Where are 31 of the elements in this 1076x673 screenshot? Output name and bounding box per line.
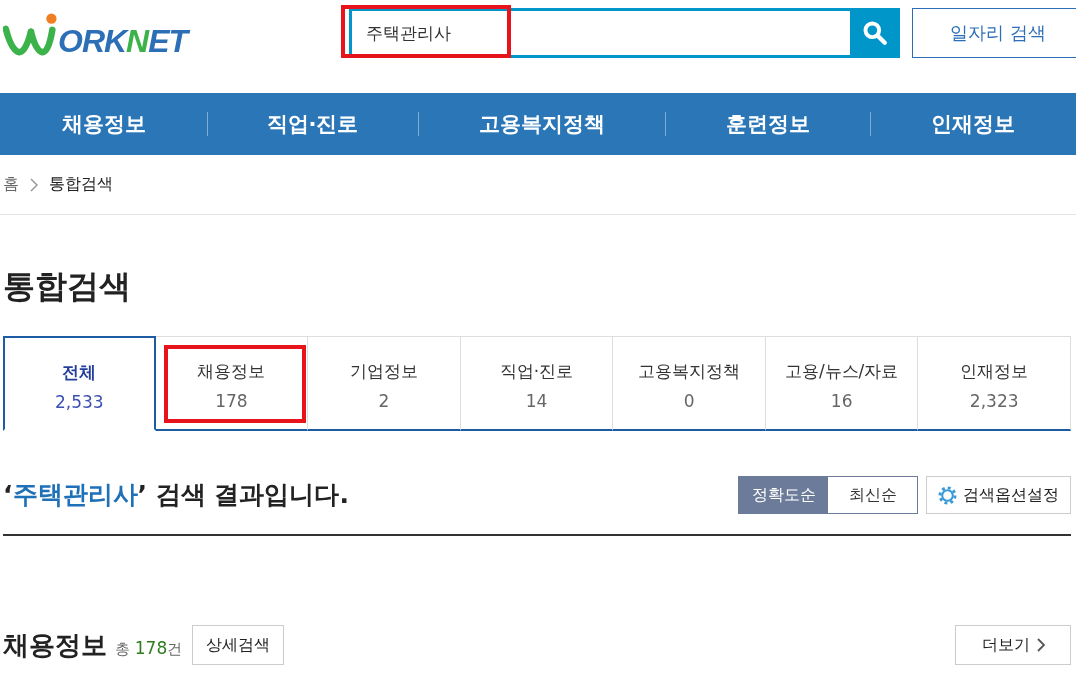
tab[interactable]: 인재정보 2,323 bbox=[918, 336, 1071, 431]
sort-option[interactable]: 정확도순 bbox=[739, 477, 828, 513]
nav-link[interactable]: 인재정보 bbox=[870, 93, 1076, 155]
tab[interactable]: 고용/뉴스/자료 16 bbox=[765, 336, 919, 431]
search-field[interactable]: 주택관리사 bbox=[349, 8, 850, 58]
tab[interactable]: 전체 2,533 bbox=[3, 336, 156, 431]
section-title: 채용정보 bbox=[3, 628, 107, 662]
logo-text: ORKNET bbox=[58, 26, 188, 56]
detailed-search-button[interactable]: 상세검색 bbox=[192, 625, 285, 665]
tab[interactable]: 채용정보 178 bbox=[155, 336, 309, 431]
result-heading: ‘주택관리사’ 검색 결과입니다. bbox=[3, 479, 349, 511]
breadcrumb-link[interactable]: 홈 bbox=[3, 174, 19, 195]
tab[interactable]: 고용복지정책 0 bbox=[613, 336, 766, 431]
search-icon bbox=[862, 20, 888, 46]
nav-link[interactable]: 훈련정보 bbox=[665, 93, 870, 155]
chevron-right-icon bbox=[1036, 638, 1045, 652]
logo-mark-icon bbox=[3, 13, 57, 56]
result-count: 총 178건 bbox=[115, 637, 183, 659]
breadcrumb-current: 통합검색 bbox=[49, 174, 113, 195]
page-title: 통합검색 bbox=[3, 266, 131, 306]
search-options-button[interactable]: 검색옵션설정 bbox=[926, 476, 1071, 514]
more-button[interactable]: 더보기 bbox=[955, 625, 1071, 665]
nav-link[interactable]: 고용복지정책 bbox=[418, 93, 665, 155]
gear-icon bbox=[938, 485, 957, 505]
nav-link[interactable]: 채용정보 bbox=[0, 93, 207, 155]
tab[interactable]: 직업·진로 14 bbox=[460, 336, 614, 431]
chevron-right-icon bbox=[30, 177, 38, 192]
job-search-button[interactable]: 일자리 검색 bbox=[912, 8, 1076, 58]
tab[interactable]: 기업정보 2 bbox=[308, 336, 461, 431]
search-button[interactable] bbox=[850, 8, 900, 58]
nav-link[interactable]: 직업·진로 bbox=[207, 93, 418, 155]
